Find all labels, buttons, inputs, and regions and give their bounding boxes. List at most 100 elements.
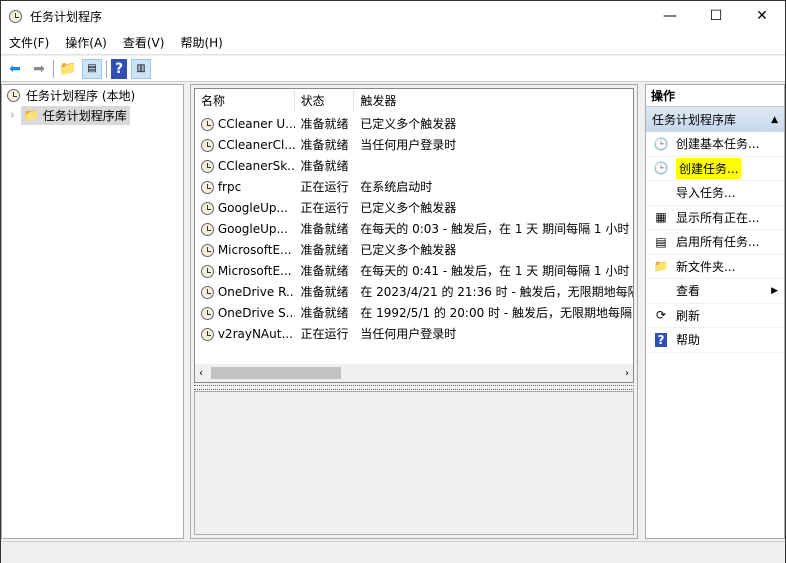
action-item[interactable]: 查看 ▶ bbox=[646, 279, 784, 304]
help-icon[interactable]: ? bbox=[111, 58, 127, 79]
pane-splitter[interactable] bbox=[194, 385, 634, 390]
create-basic-task-icon: 🕒 bbox=[653, 136, 669, 151]
task-trigger: 在 2023/4/21 的 21:36 时 - 触发后，无限期地每隔 bbox=[360, 285, 633, 299]
show-running-icon: ▦ bbox=[655, 210, 667, 225]
table-row[interactable]: MicrosoftE... 准备就绪 已定义多个触发器 bbox=[195, 239, 633, 260]
action-item[interactable]: 🕒 创建任务... bbox=[646, 157, 784, 181]
action-label: 导入任务... bbox=[676, 186, 736, 201]
action-label: 查看 bbox=[676, 284, 701, 299]
task-status: 准备就绪 bbox=[300, 117, 349, 131]
task-clock-icon bbox=[201, 138, 214, 152]
task-trigger: 当任何用户登录时 bbox=[360, 327, 457, 341]
expand-chevron-icon[interactable]: › bbox=[10, 108, 15, 122]
task-clock-icon bbox=[201, 117, 214, 131]
maximize-button[interactable]: ☐ bbox=[693, 1, 739, 31]
action-label: 显示所有正在... bbox=[676, 210, 760, 225]
table-row[interactable]: CCleaner U... 准备就绪 已定义多个触发器 bbox=[195, 113, 633, 134]
scroll-right-icon[interactable]: › bbox=[625, 368, 629, 379]
actions-pane: 操作 任务计划程序库 ▲ 🕒 创建基本任务... 🕒 创建任务... 导入任务... ▦ 显… bbox=[645, 84, 785, 539]
table-row[interactable]: GoogleUp... 正在运行 已定义多个触发器 bbox=[195, 197, 633, 218]
task-name-text: MicrosoftE... bbox=[217, 242, 292, 257]
task-name: MicrosoftE... bbox=[195, 264, 295, 278]
task-status: 准备就绪 bbox=[300, 138, 349, 152]
submenu-arrow-icon: ▶ bbox=[771, 285, 778, 296]
action-item[interactable]: ? 帮助 bbox=[646, 328, 784, 353]
table-row[interactable]: GoogleUp... 准备就绪 在每天的 0:03 - 触发后，在 1 天 期间每… bbox=[195, 218, 633, 239]
scrollbar-thumb[interactable] bbox=[211, 367, 341, 379]
menu-file[interactable]: 文件(F) bbox=[1, 34, 57, 51]
forward-icon[interactable]: ➡ bbox=[29, 59, 49, 79]
minimize-button[interactable]: — bbox=[647, 1, 693, 31]
table-row[interactable]: v2rayNAut... 正在运行 当任何用户登录时 bbox=[195, 323, 633, 344]
task-name: CCleanerSk... bbox=[195, 159, 295, 173]
task-trigger: 在 1992/5/1 的 20:00 时 - 触发后，无限期地每隔 1 bbox=[360, 306, 633, 320]
horizontal-scrollbar[interactable]: ‹ › bbox=[195, 364, 633, 382]
task-trigger: 已定义多个触发器 bbox=[360, 117, 457, 131]
center-pane: 名称 状态 触发器 CCleaner U... 准备就绪 已定义多个触发器 CCle… bbox=[190, 84, 638, 539]
action-item[interactable]: ⟳ 刷新 bbox=[646, 304, 784, 328]
table-row[interactable]: CCleanerSk... 准备就绪 bbox=[195, 155, 633, 176]
task-name-text: OneDrive R... bbox=[217, 284, 295, 299]
menu-action[interactable]: 操作(A) bbox=[57, 34, 115, 51]
action-item[interactable]: 导入任务... bbox=[646, 181, 784, 206]
action-item[interactable]: 🕒 创建基本任务... bbox=[646, 132, 784, 157]
tree-item-library[interactable]: › 📁 任务计划程序库 bbox=[2, 105, 183, 125]
close-button[interactable]: ✕ bbox=[739, 1, 785, 31]
task-name-text: CCleaner U... bbox=[217, 116, 295, 131]
task-name: GoogleUp... bbox=[195, 222, 295, 236]
action-label: 创建基本任务... bbox=[676, 137, 760, 152]
help-icon: ? bbox=[655, 332, 667, 347]
action-item[interactable]: ▤ 启用所有任务... bbox=[646, 230, 784, 255]
column-status[interactable]: 状态 bbox=[295, 89, 355, 112]
task-clock-icon bbox=[201, 180, 214, 194]
table-row[interactable]: frpc 正在运行 在系统启动时 bbox=[195, 176, 633, 197]
tree-root[interactable]: 任务计划程序 (本地) bbox=[2, 85, 183, 105]
toolbar: ⬅ ➡ 📁 ▤ ? ▥ bbox=[1, 56, 785, 82]
task-status: 正在运行 bbox=[300, 201, 349, 215]
back-icon[interactable]: ⬅ bbox=[5, 59, 25, 79]
tree-root-label: 任务计划程序 (本地) bbox=[26, 88, 136, 103]
task-clock-icon bbox=[201, 264, 214, 278]
task-status: 准备就绪 bbox=[300, 285, 349, 299]
menu-help[interactable]: 帮助(H) bbox=[172, 34, 230, 51]
table-row[interactable]: MicrosoftE... 准备就绪 在每天的 0:41 - 触发后，在 1 天 期… bbox=[195, 260, 633, 281]
menu-view[interactable]: 查看(V) bbox=[115, 34, 173, 51]
table-row[interactable]: OneDrive R... 准备就绪在 2023/4/21 的 21:36 时 -… bbox=[195, 281, 633, 302]
task-name-text: GoogleUp... bbox=[217, 221, 288, 236]
task-list: 名称 状态 触发器 CCleaner U... 准备就绪 已定义多个触发器 CCle… bbox=[194, 88, 634, 383]
show-hide-action-pane-icon[interactable]: ▥ bbox=[131, 58, 151, 79]
app-clock-icon bbox=[9, 9, 22, 23]
up-folder-icon[interactable]: 📁 bbox=[58, 59, 78, 79]
task-trigger: 当任何用户登录时 bbox=[360, 138, 457, 152]
task-status: 准备就绪 bbox=[300, 264, 349, 278]
table-row[interactable]: OneDrive S... 准备就绪在 1992/5/1 的 20:00 时 - … bbox=[195, 302, 633, 323]
action-label: 刷新 bbox=[676, 308, 701, 323]
task-status: 准备就绪 bbox=[300, 243, 349, 257]
column-trigger[interactable]: 触发器 bbox=[354, 90, 633, 112]
task-name: CCleanerCl... bbox=[195, 138, 295, 152]
list-header: 名称 状态 触发器 bbox=[195, 89, 633, 113]
scroll-left-icon[interactable]: ‹ bbox=[199, 368, 203, 379]
task-trigger: 在每天的 0:03 - 触发后，在 1 天 期间每隔 1 小时 重 bbox=[360, 222, 633, 236]
actions-section-library[interactable]: 任务计划程序库 ▲ bbox=[646, 107, 784, 132]
task-clock-icon bbox=[201, 243, 214, 257]
task-clock-icon bbox=[201, 222, 214, 236]
task-name-text: OneDrive S... bbox=[217, 305, 295, 320]
task-name-text: MicrosoftE... bbox=[217, 263, 292, 278]
show-hide-console-tree-icon[interactable]: ▤ bbox=[82, 58, 102, 79]
task-name: frpc bbox=[195, 180, 295, 194]
task-status: 准备就绪 bbox=[300, 222, 349, 236]
task-status: 正在运行 bbox=[300, 180, 349, 194]
task-name-text: CCleanerCl... bbox=[217, 137, 295, 152]
task-clock-icon bbox=[201, 285, 214, 299]
collapse-icon[interactable]: ▲ bbox=[771, 115, 778, 125]
create-task-icon: 🕒 bbox=[653, 161, 669, 176]
action-item[interactable]: ▦ 显示所有正在... bbox=[646, 206, 784, 230]
task-status: 准备就绪 bbox=[300, 306, 349, 320]
task-status: 准备就绪 bbox=[300, 159, 349, 173]
new-folder-icon: 📁 bbox=[653, 259, 669, 274]
column-name[interactable]: 名称 bbox=[195, 89, 295, 112]
table-row[interactable]: CCleanerCl... 准备就绪 当任何用户登录时 bbox=[195, 134, 633, 155]
section-label: 任务计划程序库 bbox=[652, 113, 737, 127]
action-item[interactable]: 📁 新文件夹... bbox=[646, 255, 784, 279]
